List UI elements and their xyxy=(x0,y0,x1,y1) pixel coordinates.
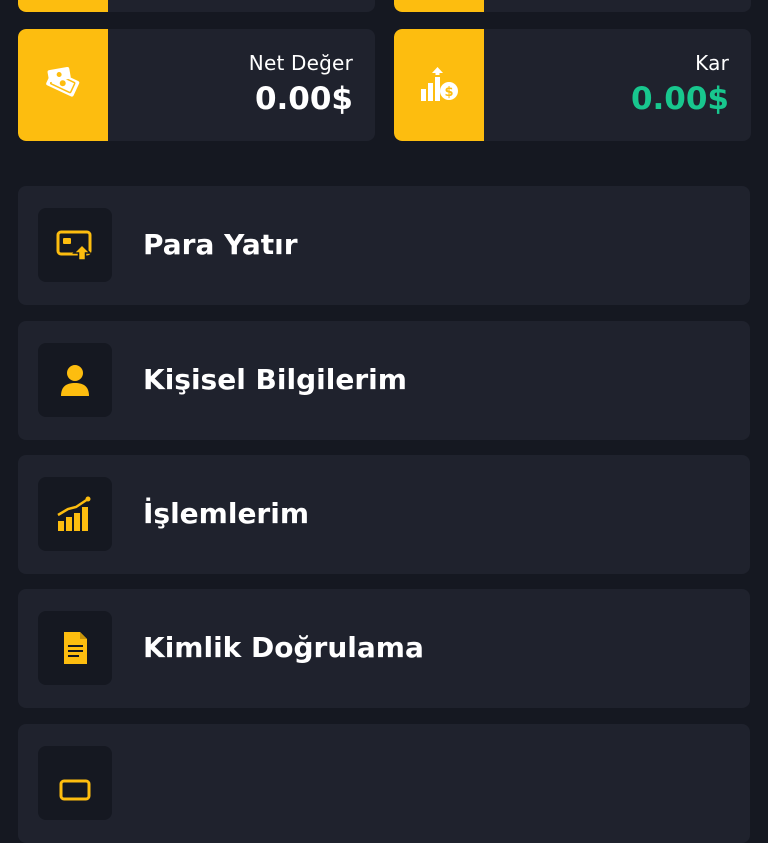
user-icon-box xyxy=(38,343,112,417)
money-icon-box xyxy=(18,29,108,141)
partial-icon xyxy=(59,779,91,801)
chart-icon-box xyxy=(38,477,112,551)
svg-text:$: $ xyxy=(444,85,453,100)
menu-item-deposit[interactable]: Para Yatır xyxy=(18,186,750,305)
document-icon-box xyxy=(38,611,112,685)
profit-value: 0.00$ xyxy=(630,81,729,117)
profit-card: $ Kar 0.00$ xyxy=(394,29,751,141)
menu-item-transactions[interactable]: İşlemlerim xyxy=(18,455,750,574)
top-card-left xyxy=(18,0,375,12)
growth-icon-box: $ xyxy=(394,29,484,141)
menu-item-label: Kişisel Bilgilerim xyxy=(143,363,407,396)
top-card-right-icon-box xyxy=(394,0,484,12)
net-worth-value: 0.00$ xyxy=(254,81,353,117)
menu-item-identity-verification[interactable]: Kimlik Doğrulama xyxy=(18,589,750,708)
net-worth-label: Net Değer xyxy=(248,51,353,75)
top-card-left-icon-box xyxy=(18,0,108,12)
menu-item-label: Para Yatır xyxy=(143,228,298,261)
menu-item-label: İşlemlerim xyxy=(143,497,310,530)
deposit-icon xyxy=(56,230,92,261)
top-card-right xyxy=(394,0,751,12)
profit-label: Kar xyxy=(695,51,729,75)
menu-item-partial[interactable] xyxy=(18,724,750,843)
money-icon xyxy=(46,67,80,97)
net-worth-card: Net Değer 0.00$ xyxy=(18,29,375,141)
document-icon xyxy=(64,632,87,664)
chart-icon xyxy=(57,496,91,531)
menu-item-label: Kimlik Doğrulama xyxy=(143,631,424,664)
growth-dollar-icon: $ xyxy=(421,67,458,101)
menu-item-personal-info[interactable]: Kişisel Bilgilerim xyxy=(18,321,750,440)
partial-icon-box xyxy=(38,746,112,820)
deposit-icon-box xyxy=(38,208,112,282)
user-icon xyxy=(61,365,89,396)
